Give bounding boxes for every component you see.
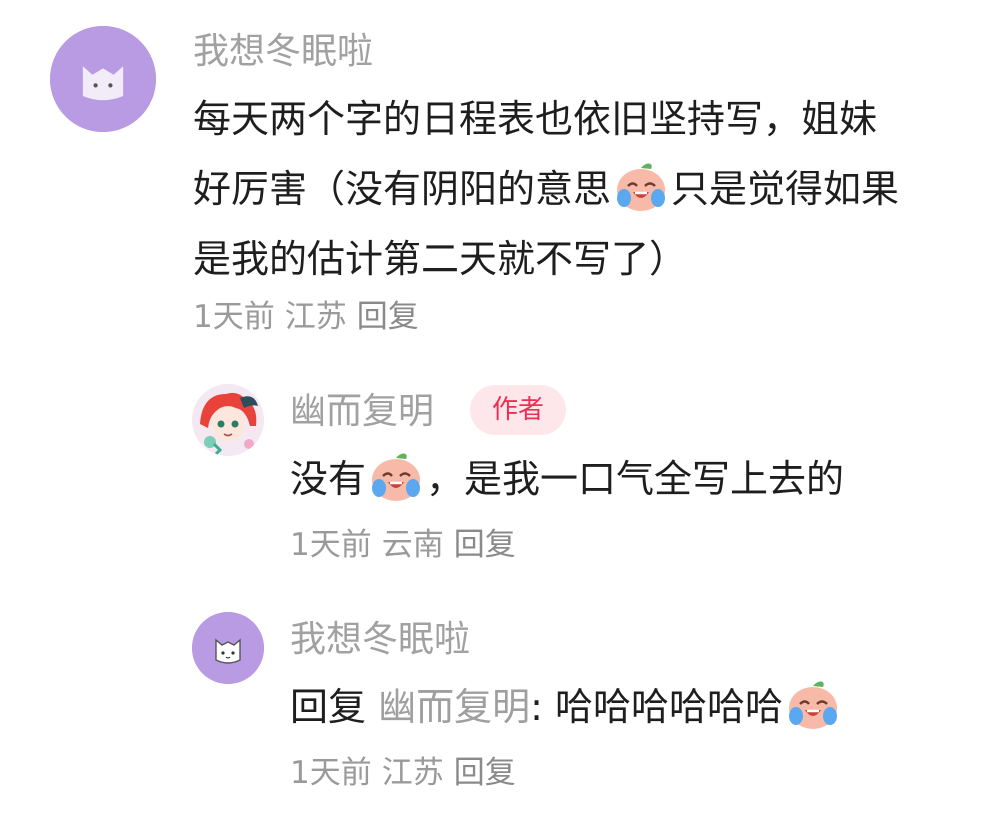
cat-avatar-icon bbox=[192, 612, 264, 684]
location: 江苏 bbox=[284, 299, 347, 335]
laugh-cry-emoji-icon bbox=[785, 678, 841, 732]
reply-button[interactable]: 回复 bbox=[454, 527, 516, 563]
timestamp: 1天前 bbox=[193, 299, 275, 335]
username[interactable]: 我想冬眠啦 bbox=[193, 34, 373, 70]
location: 江苏 bbox=[381, 755, 444, 791]
location: 云南 bbox=[381, 527, 444, 563]
avatar[interactable] bbox=[192, 384, 264, 456]
reply-button[interactable]: 回复 bbox=[454, 755, 516, 791]
avatar[interactable] bbox=[192, 612, 264, 684]
reply-meta: 1天前 云南 回复 bbox=[290, 530, 526, 561]
reply-button[interactable]: 回复 bbox=[357, 299, 419, 335]
comment-line: 每天两个字的日程表也依旧坚持写，姐妹 bbox=[193, 97, 878, 141]
reply-text: 没有 ，是我一口气全写上去的 bbox=[290, 444, 844, 514]
comment-text: 每天两个字的日程表也依旧坚持写，姐妹 好厉害（没有阴阳的意思 只是觉得如果 是我… bbox=[193, 84, 899, 294]
reply-text: 回复 幽而复明: 哈哈哈哈哈哈 bbox=[290, 672, 843, 742]
comment-meta: 1天前 江苏 回复 bbox=[193, 302, 429, 333]
reply-prefix: 回复 bbox=[290, 685, 367, 729]
comment-line: 是我的估计第二天就不写了） bbox=[193, 237, 688, 281]
username[interactable]: 我想冬眠啦 bbox=[290, 622, 470, 658]
timestamp: 1天前 bbox=[290, 755, 372, 791]
mention-link[interactable]: 幽而复明 bbox=[378, 685, 530, 729]
laugh-cry-emoji-icon bbox=[613, 160, 669, 214]
reply-meta: 1天前 江苏 回复 bbox=[290, 758, 526, 789]
laugh-cry-emoji-icon bbox=[368, 450, 424, 504]
username[interactable]: 幽而复明 bbox=[290, 394, 434, 430]
timestamp: 1天前 bbox=[290, 527, 372, 563]
anime-avatar-icon bbox=[192, 384, 264, 456]
comment-line: 好厉害（没有阴阳的意思 只是觉得如果 bbox=[193, 154, 899, 224]
avatar[interactable] bbox=[50, 26, 156, 132]
cat-avatar-icon bbox=[50, 26, 156, 132]
author-badge: 作者 bbox=[470, 385, 566, 435]
